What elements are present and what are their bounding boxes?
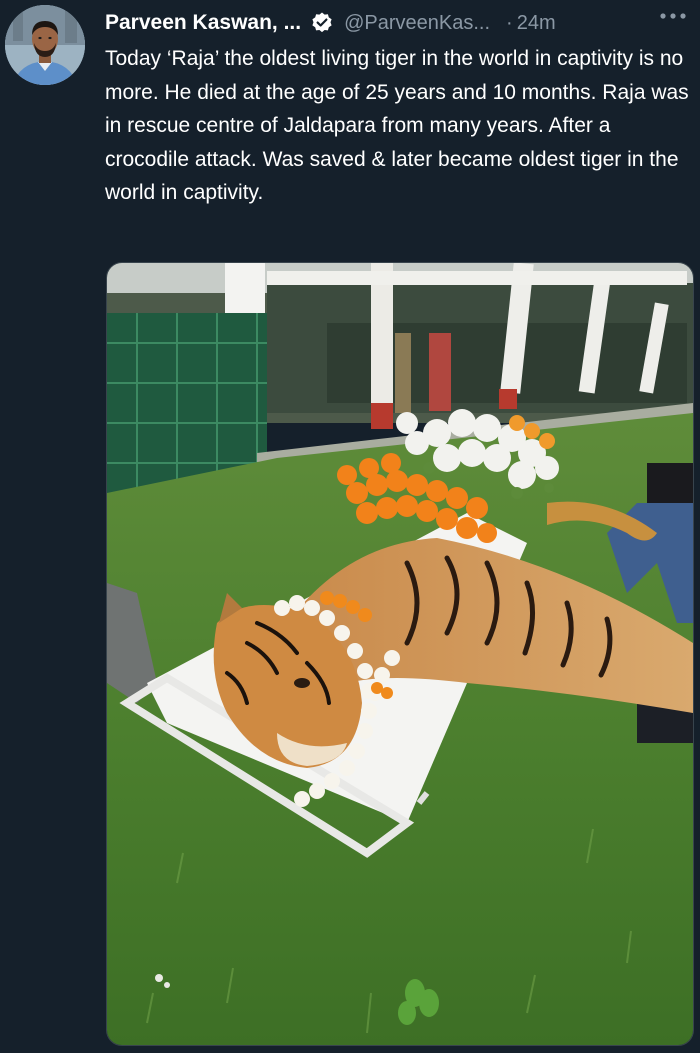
author-handle[interactable]: @ParveenKas... (344, 12, 490, 35)
tweet-header: Parveen Kaswan, ... @ParveenKas... · 24m (105, 8, 690, 38)
tiger-photo (107, 263, 693, 1045)
tweet-timestamp[interactable]: 24m (517, 12, 556, 35)
more-horizontal-icon (660, 13, 686, 19)
author-avatar[interactable] (5, 5, 85, 85)
verified-badge-icon (310, 11, 334, 35)
tweet-text: Today ‘Raja’ the oldest living tiger in … (105, 47, 689, 204)
author-display-name[interactable]: Parveen Kaswan, ... (105, 11, 301, 35)
tweet[interactable]: Parveen Kaswan, ... @ParveenKas... · 24m… (0, 0, 700, 1053)
more-options-button[interactable] (656, 2, 690, 28)
avatar-photo (5, 5, 85, 85)
timestamp-separator: · (506, 11, 513, 34)
tweet-photo[interactable] (106, 262, 694, 1046)
